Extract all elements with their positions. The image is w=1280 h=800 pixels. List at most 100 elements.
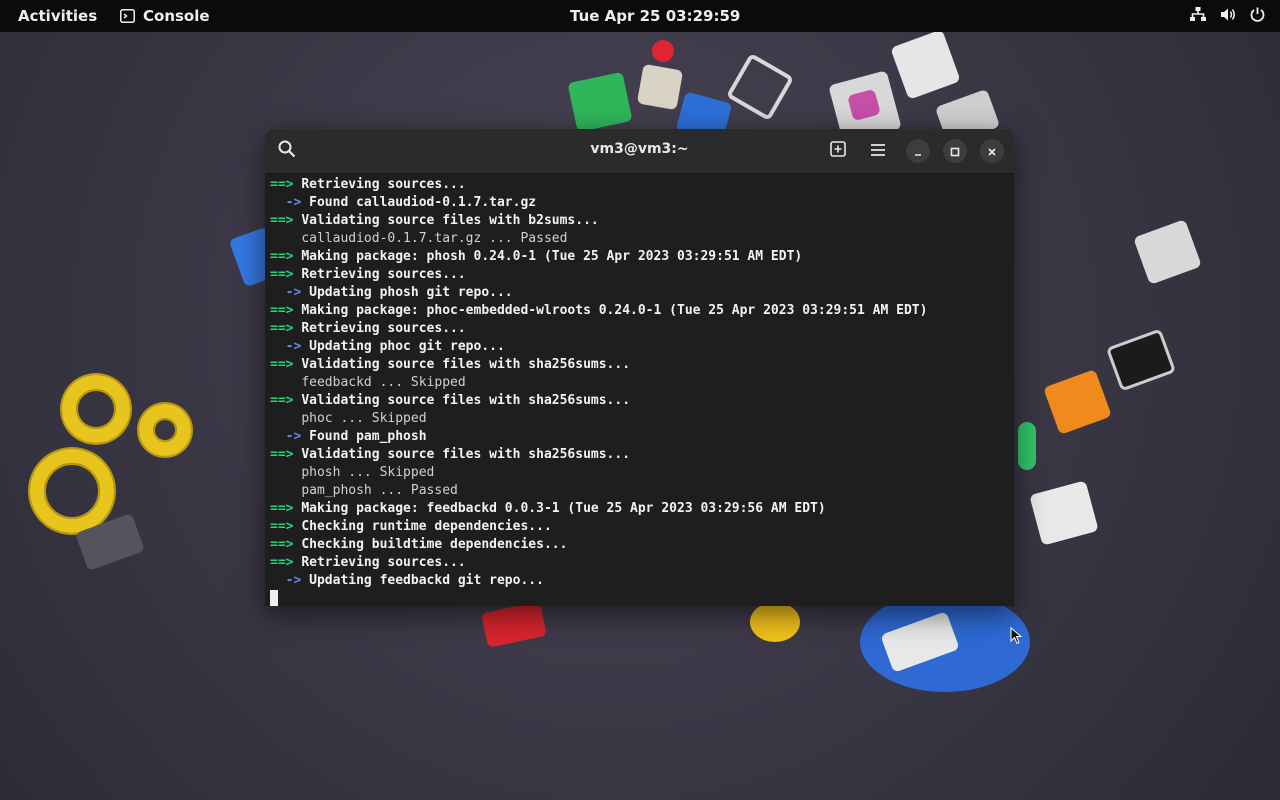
close-icon: [987, 142, 997, 161]
terminal-line-text: callaudiod-0.1.7.tar.gz ... Passed: [301, 231, 568, 246]
terminal-line-text: phoc ... Skipped: [301, 411, 427, 426]
terminal-line: ==> Making package: feedbackd 0.0.3-1 (T…: [270, 500, 1009, 518]
terminal-line-marker: [270, 375, 301, 390]
terminal-line: -> Updating phoc git repo...: [270, 338, 1009, 356]
terminal-line-marker: ==>: [270, 393, 302, 408]
new-tab-button[interactable]: [826, 139, 850, 163]
terminal-line: ==> Retrieving sources...: [270, 176, 1009, 194]
terminal-line: ==> Making package: phoc-embedded-wlroot…: [270, 302, 1009, 320]
terminal-line-text: Validating source files with sha256sums.…: [301, 357, 631, 372]
terminal-prompt-line: [270, 590, 1009, 606]
network-icon[interactable]: [1189, 6, 1207, 23]
terminal-line-text: Retrieving sources...: [301, 267, 466, 282]
terminal-line: feedbackd ... Skipped: [270, 374, 1009, 392]
terminal-line-marker: [270, 483, 301, 498]
new-tab-icon: [830, 141, 846, 161]
wallpaper-block-decoration: [636, 63, 684, 111]
terminal-line-text: pam_phosh ... Passed: [301, 483, 458, 498]
terminal-line-marker: ==>: [270, 357, 302, 372]
terminal-line-text: Found callaudiod-0.1.7.tar.gz: [309, 195, 537, 210]
terminal-line-text: Retrieving sources...: [301, 555, 466, 570]
terminal-line: pam_phosh ... Passed: [270, 482, 1009, 500]
terminal-line-marker: ==>: [270, 267, 302, 282]
terminal-line-marker: ->: [270, 429, 310, 444]
terminal-line-text: Validating source files with sha256sums.…: [301, 393, 631, 408]
wallpaper-gear-decoration: [30, 449, 114, 533]
terminal-line: ==> Making package: phosh 0.24.0-1 (Tue …: [270, 248, 1009, 266]
wallpaper-block-decoration: [1029, 480, 1099, 546]
window-title: vm3@vm3:~: [590, 141, 689, 157]
top-bar: Activities Console Tue Apr 25 03:29:59: [0, 0, 1280, 32]
terminal-line: ==> Retrieving sources...: [270, 320, 1009, 338]
terminal-line: -> Found callaudiod-0.1.7.tar.gz: [270, 194, 1009, 212]
terminal-line-text: phosh ... Skipped: [301, 465, 435, 480]
wallpaper-block-decoration: [1133, 219, 1202, 285]
power-icon[interactable]: [1249, 6, 1266, 23]
minimize-icon: [913, 142, 923, 161]
terminal-line-marker: [270, 231, 301, 246]
terminal-line-text: feedbackd ... Skipped: [301, 375, 466, 390]
terminal-line-marker: ==>: [270, 501, 302, 516]
terminal-line: -> Updating phosh git repo...: [270, 284, 1009, 302]
volume-icon[interactable]: [1219, 6, 1237, 23]
terminal-line: ==> Validating source files with sha256s…: [270, 392, 1009, 410]
wallpaper-gear-decoration: [62, 375, 130, 443]
terminal-line-marker: ==>: [270, 537, 302, 552]
terminal-line-text: Making package: phoc-embedded-wlroots 0.…: [301, 303, 928, 318]
terminal-line-text: Validating source files with sha256sums.…: [301, 447, 631, 462]
terminal-line: -> Found pam_phosh: [270, 428, 1009, 446]
wallpaper-gear-decoration: [139, 404, 191, 456]
mouse-pointer-icon: [1010, 626, 1023, 649]
terminal-line-text: Making package: phosh 0.24.0-1 (Tue 25 A…: [301, 249, 803, 264]
maximize-button[interactable]: [943, 139, 967, 163]
terminal-line-marker: ==>: [270, 177, 302, 192]
app-menu-button[interactable]: Console: [120, 7, 210, 25]
app-name-label: Console: [143, 7, 210, 25]
wallpaper-block-decoration: [1043, 369, 1112, 435]
close-button[interactable]: [980, 139, 1004, 163]
terminal-line: phoc ... Skipped: [270, 410, 1009, 428]
wallpaper-block-decoration: [481, 601, 547, 648]
terminal-window[interactable]: vm3@vm3:~ ==> Retrieving sources... -> F…: [265, 129, 1014, 606]
terminal-line-marker: ->: [270, 285, 310, 300]
terminal-line: phosh ... Skipped: [270, 464, 1009, 482]
terminal-line-marker: ==>: [270, 249, 302, 264]
system-tray[interactable]: [1189, 6, 1266, 23]
terminal-line-text: Retrieving sources...: [301, 177, 466, 192]
clock-button[interactable]: Tue Apr 25 03:29:59: [570, 7, 740, 25]
terminal-line-text: Updating phoc git repo...: [309, 339, 505, 354]
hamburger-menu-icon: [870, 142, 886, 161]
terminal-output[interactable]: ==> Retrieving sources... -> Found calla…: [265, 173, 1014, 606]
terminal-line-marker: [270, 465, 301, 480]
terminal-line-marker: ==>: [270, 321, 302, 336]
terminal-line-marker: ==>: [270, 447, 302, 462]
wallpaper-block-decoration: [750, 602, 800, 642]
terminal-line-text: Checking runtime dependencies...: [301, 519, 552, 534]
terminal-line-marker: ->: [270, 573, 310, 588]
terminal-line-text: Validating source files with b2sums...: [301, 213, 599, 228]
wallpaper-block-decoration: [890, 29, 961, 100]
console-icon: [120, 9, 135, 23]
terminal-line-marker: ==>: [270, 303, 302, 318]
terminal-line-marker: [270, 411, 301, 426]
terminal-line-text: Retrieving sources...: [301, 321, 466, 336]
terminal-line-marker: ==>: [270, 555, 302, 570]
terminal-line: ==> Validating source files with sha256s…: [270, 356, 1009, 374]
terminal-line-text: Updating phosh git repo...: [309, 285, 513, 300]
terminal-line: ==> Retrieving sources...: [270, 554, 1009, 572]
terminal-line-text: Updating feedbackd git repo...: [309, 573, 544, 588]
terminal-line-marker: ->: [270, 195, 310, 210]
terminal-line-text: Found pam_phosh: [309, 429, 427, 444]
minimize-button[interactable]: [906, 139, 930, 163]
header-bar[interactable]: vm3@vm3:~: [265, 129, 1014, 174]
wallpaper-block-decoration: [652, 40, 674, 62]
main-menu-button[interactable]: [866, 139, 890, 163]
terminal-line: ==> Retrieving sources...: [270, 266, 1009, 284]
terminal-cursor: [270, 590, 278, 606]
terminal-line-marker: ->: [270, 339, 310, 354]
activities-button[interactable]: Activities: [18, 7, 97, 25]
terminal-line: -> Updating feedbackd git repo...: [270, 572, 1009, 590]
terminal-line-text: Making package: feedbackd 0.0.3-1 (Tue 2…: [301, 501, 826, 516]
terminal-line: ==> Checking buildtime dependencies...: [270, 536, 1009, 554]
terminal-line-marker: ==>: [270, 519, 302, 534]
